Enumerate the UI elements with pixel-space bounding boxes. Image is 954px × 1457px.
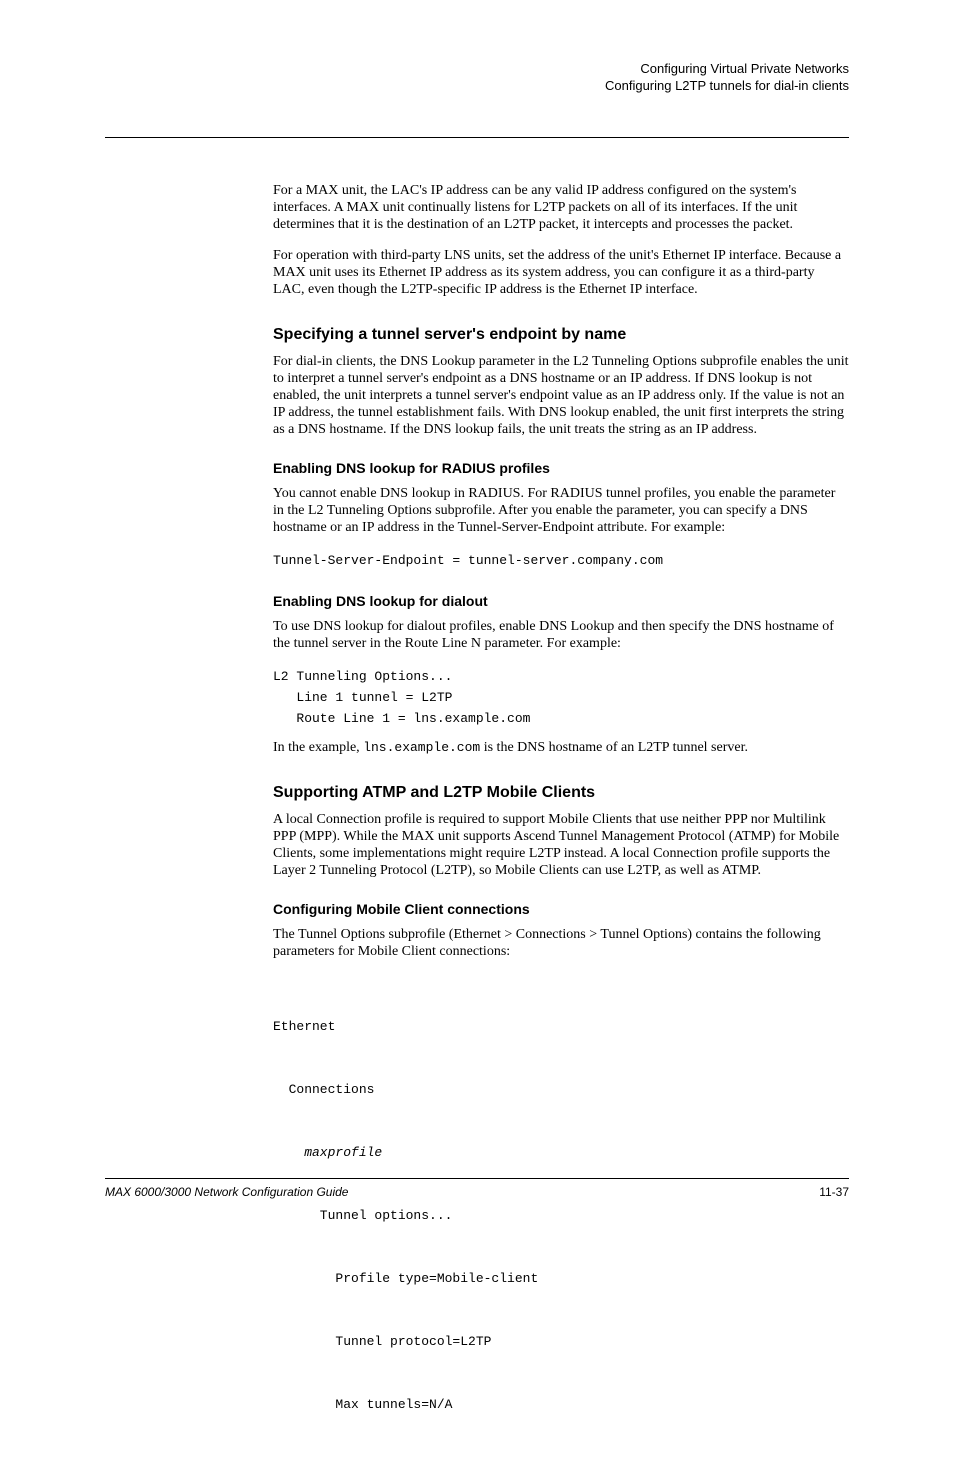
paragraph: For a MAX unit, the LAC's IP address can…: [273, 182, 849, 233]
header-rule: [105, 101, 849, 138]
code-line: Tunnel options...: [273, 1205, 849, 1226]
heading-4: Enabling DNS lookup for RADIUS profiles: [273, 460, 849, 477]
heading-3: Supporting ATMP and L2TP Mobile Clients: [273, 784, 849, 801]
code-line-italic: maxprofile: [273, 1142, 849, 1163]
heading-4: Configuring Mobile Client connections: [273, 901, 849, 918]
paragraph: A local Connection profile is required t…: [273, 811, 849, 879]
footer-title: MAX 6000/3000 Network Configuration Guid…: [105, 1185, 348, 1199]
code-block: L2 Tunneling Options... Line 1 tunnel = …: [273, 666, 849, 729]
page-number: 11-37: [819, 1185, 849, 1199]
text: In the example,: [273, 740, 363, 755]
code-block: Ethernet Connections maxprofile Tunnel o…: [273, 974, 849, 1457]
text: is the DNS hostname of an L2TP tunnel se…: [480, 740, 748, 755]
heading-3: Specifying a tunnel server's endpoint by…: [273, 326, 849, 343]
header-line2: Configuring L2TP tunnels for dial-in cli…: [105, 77, 849, 94]
code-line: Connections: [273, 1079, 849, 1100]
code-line: Tunnel protocol=L2TP: [273, 1331, 849, 1352]
paragraph: For dial-in clients, the DNS Lookup para…: [273, 353, 849, 438]
running-header: Configuring Virtual Private Networks Con…: [105, 60, 849, 94]
inline-code: lns.example.com: [363, 740, 480, 755]
code-block: Tunnel-Server-Endpoint = tunnel-server.c…: [273, 550, 849, 571]
header-line1: Configuring Virtual Private Networks: [105, 60, 849, 77]
code-line: Ethernet: [273, 1016, 849, 1037]
content: For a MAX unit, the LAC's IP address can…: [105, 138, 849, 1457]
footer: MAX 6000/3000 Network Configuration Guid…: [105, 1178, 849, 1199]
paragraph: To use DNS lookup for dialout profiles, …: [273, 618, 849, 652]
code-line: Max tunnels=N/A: [273, 1394, 849, 1415]
paragraph: You cannot enable DNS lookup in RADIUS. …: [273, 485, 849, 536]
paragraph: For operation with third-party LNS units…: [273, 247, 849, 298]
paragraph: In the example, lns.example.com is the D…: [273, 739, 849, 756]
code-line: Profile type=Mobile-client: [273, 1268, 849, 1289]
page: Configuring Virtual Private Networks Con…: [0, 0, 954, 1235]
heading-4: Enabling DNS lookup for dialout: [273, 593, 849, 610]
paragraph: The Tunnel Options subprofile (Ethernet …: [273, 926, 849, 960]
